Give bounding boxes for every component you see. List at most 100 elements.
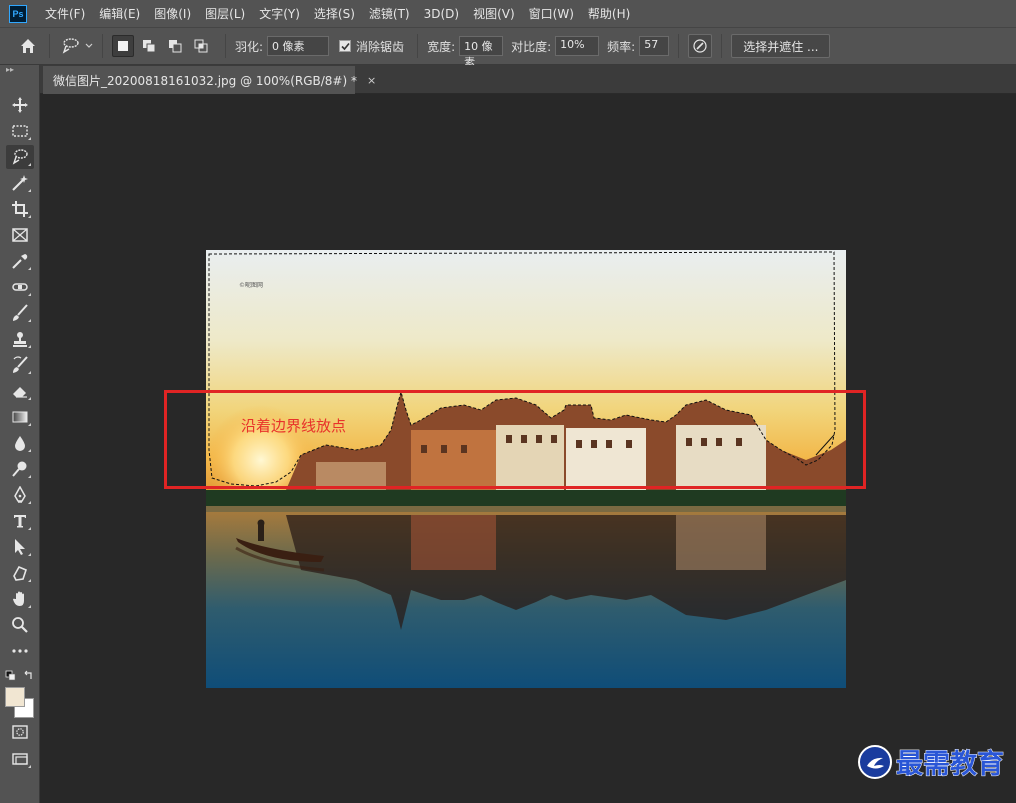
subtract-selection-button[interactable]: [164, 35, 186, 57]
more-indicator: [28, 293, 31, 296]
divider: [225, 34, 226, 58]
close-icon[interactable]: ×: [367, 74, 376, 87]
more-indicator: [28, 501, 31, 504]
menu-image[interactable]: 图像(I): [154, 5, 200, 22]
frame-tool[interactable]: [6, 223, 34, 247]
quick-mask-icon: [12, 725, 28, 739]
magnetic-lasso-icon: [62, 38, 79, 54]
healing-tool[interactable]: [6, 275, 34, 299]
more-tools[interactable]: [6, 639, 34, 663]
type-tool[interactable]: [6, 509, 34, 533]
menu-filter[interactable]: 滤镜(T): [369, 5, 419, 22]
intersect-selection-button[interactable]: [190, 35, 212, 57]
menu-edit[interactable]: 编辑(E): [99, 5, 149, 22]
menu-window[interactable]: 窗口(W): [529, 5, 583, 22]
pen-icon: [14, 486, 26, 503]
screen-mode-icon: [12, 753, 28, 765]
magnetic-lasso-icon: [12, 149, 28, 165]
chevron-down-icon: [85, 43, 93, 48]
default-colors-swap-icon[interactable]: [5, 670, 35, 684]
frequency-input[interactable]: 57: [639, 36, 670, 56]
ps-logo-icon[interactable]: Ps: [9, 4, 27, 23]
new-selection-button[interactable]: [112, 35, 134, 57]
stamp-tool[interactable]: [6, 327, 34, 351]
width-label: 宽度:: [427, 39, 456, 54]
screen-mode-button[interactable]: [6, 747, 34, 771]
path-select-tool[interactable]: [6, 535, 34, 559]
tools-panel: ▸▸: [0, 65, 40, 803]
more-indicator: [28, 527, 31, 530]
more-indicator: [28, 397, 31, 400]
menu-file[interactable]: 文件(F): [45, 5, 94, 22]
eraser-tool[interactable]: [6, 379, 34, 403]
eyedropper-tool[interactable]: [6, 249, 34, 273]
pen-tool[interactable]: [6, 483, 34, 507]
more-indicator: [28, 579, 31, 582]
hand-icon: [13, 591, 24, 606]
menu-select[interactable]: 选择(S): [314, 5, 364, 22]
dodge-icon: [12, 461, 27, 477]
divider: [49, 34, 50, 58]
more-indicator: [28, 553, 31, 556]
collapse-grip-icon[interactable]: ▸▸: [0, 65, 39, 75]
menu-view[interactable]: 视图(V): [473, 5, 524, 22]
marquee-tool[interactable]: [6, 119, 34, 143]
intersect-selection-icon: [194, 39, 208, 53]
stylus-pressure-button[interactable]: [688, 34, 713, 58]
ellipsis-icon: [12, 649, 28, 653]
document-tab[interactable]: 微信图片_20200818161032.jpg @ 100%(RGB/8#) *…: [43, 66, 376, 94]
type-icon: [14, 515, 26, 528]
history-brush-icon: [13, 356, 28, 373]
contrast-label: 对比度:: [511, 39, 552, 54]
new-selection-icon: [118, 41, 128, 51]
menu-layer[interactable]: 图层(L): [205, 5, 254, 22]
gradient-tool[interactable]: [6, 405, 34, 429]
width-input[interactable]: 10 像素: [459, 36, 504, 69]
add-selection-button[interactable]: [138, 35, 160, 57]
more-indicator: [28, 449, 31, 452]
zoom-tool[interactable]: [6, 613, 34, 637]
antialias-label: 消除锯齿: [356, 39, 405, 54]
menu-bar: Ps 文件(F) 编辑(E) 图像(I) 图层(L) 文字(Y) 选择(S) 滤…: [0, 0, 1016, 27]
foreground-color-swatch[interactable]: [5, 687, 25, 707]
magic-wand-tool[interactable]: [6, 171, 34, 195]
brush-tool[interactable]: [6, 301, 34, 325]
move-icon: [12, 97, 28, 113]
select-and-mask-button[interactable]: 选择并遮住 ...: [731, 34, 831, 58]
shape-tool[interactable]: [6, 561, 34, 585]
divider: [417, 34, 419, 58]
gradient-icon: [12, 411, 28, 423]
arrow-icon: [15, 539, 25, 555]
history-brush-tool[interactable]: [6, 353, 34, 377]
move-tool[interactable]: [6, 93, 34, 117]
feather-input[interactable]: 0 像素: [267, 36, 330, 56]
photo-watermark: ©昵图网: [239, 282, 264, 289]
more-indicator: [28, 765, 31, 768]
more-indicator: [28, 423, 31, 426]
menu-3d[interactable]: 3D(D): [424, 7, 468, 21]
hand-tool[interactable]: [6, 587, 34, 611]
eyedropper-icon: [12, 254, 28, 269]
eraser-icon: [13, 387, 27, 398]
frame-icon: [12, 228, 28, 242]
divider: [678, 34, 680, 58]
contrast-input[interactable]: 10%: [555, 36, 600, 56]
dodge-tool[interactable]: [6, 457, 34, 481]
antialias-checkbox[interactable]: [339, 40, 352, 52]
divider: [721, 34, 723, 58]
brand-watermark: 最需教育: [858, 742, 1005, 781]
brand-logo-icon: [858, 744, 892, 779]
menu-help[interactable]: 帮助(H): [588, 5, 639, 22]
home-button[interactable]: [16, 34, 40, 58]
blur-tool[interactable]: [6, 431, 34, 455]
crop-tool[interactable]: [6, 197, 34, 221]
more-indicator: [28, 319, 31, 322]
magnetic-lasso-tool[interactable]: [6, 145, 34, 169]
quick-mask-button[interactable]: [6, 720, 34, 744]
annotation-highlight-box: [164, 390, 866, 489]
more-indicator: [28, 475, 31, 478]
options-bar: 羽化: 0 像素 消除锯齿 宽度: 10 像素 对比度: 10% 频率: 57 …: [0, 27, 1016, 69]
document-tab-title: 微信图片_20200818161032.jpg @ 100%(RGB/8#) *: [53, 73, 357, 88]
tool-preset-picker[interactable]: [61, 37, 93, 55]
menu-type[interactable]: 文字(Y): [259, 5, 309, 22]
